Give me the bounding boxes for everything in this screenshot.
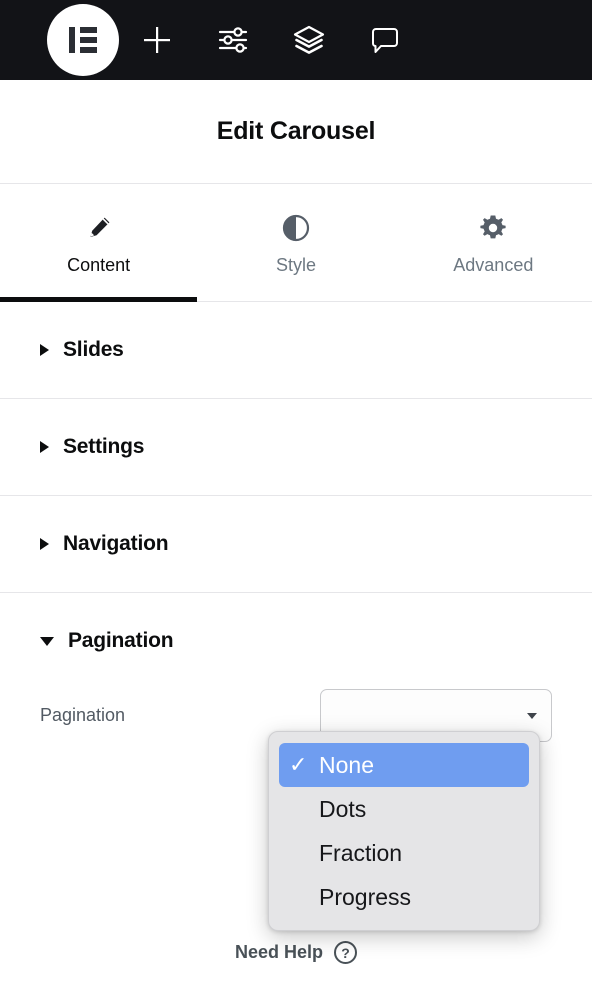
tab-style[interactable]: Style [197,185,394,301]
need-help-footer: Need Help ? [0,941,592,964]
page-title: Edit Carousel [216,117,376,145]
chat-bubble-icon [372,28,398,53]
section-navigation: Navigation [0,496,592,593]
gear-icon [479,214,507,242]
dropdown-option-none-label: None [319,751,374,778]
check-icon-placeholder: ✓ [289,886,319,908]
top-toolbar [0,0,592,80]
tab-advanced[interactable]: Advanced [395,185,592,301]
panel-settings-button[interactable] [195,4,271,76]
need-help-label: Need Help [234,942,324,962]
pagination-label: Pagination [40,705,126,725]
section-slides-title: Slides [63,338,124,361]
pagination-dropdown-menu[interactable]: ✓ None ✓ Dots ✓ Fraction ✓ Progress [268,731,540,931]
sliders-icon [218,27,248,53]
check-icon: ✓ [289,752,308,777]
chevron-down-icon [40,636,54,646]
dropdown-option-fraction-label: Fraction [319,839,403,866]
dropdown-option-fraction[interactable]: ✓ Fraction [279,831,529,875]
pencil-icon [86,214,112,242]
dropdown-option-progress-label: Progress [319,883,412,910]
elementor-logo-button[interactable] [47,4,119,76]
section-settings: Settings [0,399,592,496]
check-icon-placeholder: ✓ [289,842,319,864]
dropdown-option-dots-label: Dots [319,795,367,822]
elementor-logo-icon [69,27,97,53]
section-settings-header[interactable]: Settings [0,399,592,495]
layers-icon [293,25,325,54]
tab-style-label: Style [275,255,316,275]
panel-sections: Slides Settings Navigation Pagination Pa… [0,302,592,788]
section-navigation-title: Navigation [63,532,169,555]
chevron-right-icon [40,538,49,550]
feedback-button[interactable] [347,4,423,76]
section-pagination-header[interactable]: Pagination [0,593,592,689]
section-slides: Slides [0,302,592,399]
dropdown-option-dots[interactable]: ✓ Dots [279,787,529,831]
add-element-button[interactable] [119,4,195,76]
chevron-down-icon [527,712,537,719]
dropdown-option-none[interactable]: ✓ None [279,743,529,787]
elementor-editor-panel: Edit Carousel Content Style Advanced Sli… [0,0,592,1004]
panel-header: Edit Carousel [0,80,592,184]
section-settings-title: Settings [63,435,145,458]
section-pagination-title: Pagination [68,629,174,652]
dropdown-option-progress[interactable]: ✓ Progress [279,875,529,919]
tab-content[interactable]: Content [0,185,198,302]
check-icon-placeholder: ✓ [289,798,319,820]
help-question-icon[interactable]: ? [334,941,358,964]
panel-tabs: Content Style Advanced [0,185,592,302]
section-navigation-header[interactable]: Navigation [0,496,592,592]
chevron-right-icon [40,441,49,453]
tab-advanced-label: Advanced [453,255,534,275]
chevron-right-icon [40,344,49,356]
navigator-button[interactable] [271,4,347,76]
plus-icon [144,27,170,53]
section-slides-header[interactable]: Slides [0,302,592,398]
contrast-icon [282,214,310,242]
tab-content-label: Content [67,255,131,275]
